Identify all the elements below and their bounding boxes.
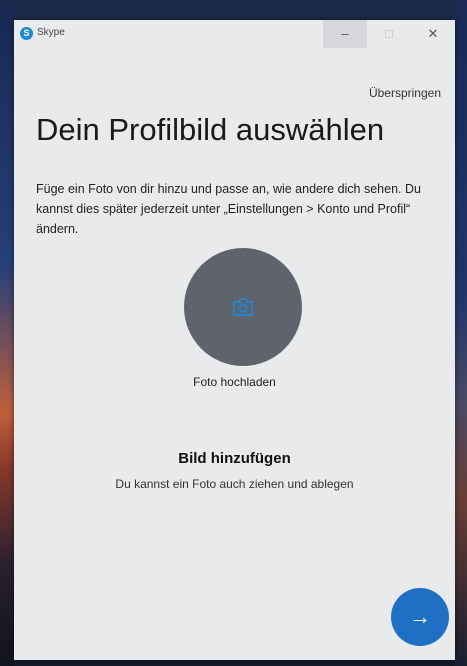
maximize-button[interactable]: □ xyxy=(367,20,411,48)
close-button[interactable]: ✕ xyxy=(411,20,455,48)
skype-window: S Skype – □ ✕ Überspringen Dein Profilbi… xyxy=(14,20,455,660)
title-bar[interactable]: S Skype – □ ✕ xyxy=(14,20,455,48)
next-button[interactable]: → xyxy=(391,588,449,646)
desktop-background-right xyxy=(455,0,467,666)
page-title: Dein Profilbild auswählen xyxy=(36,112,385,147)
skype-logo-icon: S xyxy=(20,27,33,40)
desktop-background-left xyxy=(0,0,14,666)
upload-photo-label[interactable]: Foto hochladen xyxy=(14,375,455,389)
camera-icon xyxy=(233,298,253,316)
skip-button[interactable]: Überspringen xyxy=(369,86,441,100)
description-text: Füge ein Foto von dir hinzu und passe an… xyxy=(36,182,421,236)
upload-photo-button[interactable] xyxy=(184,248,302,366)
arrow-right-icon: → xyxy=(409,604,431,629)
drag-drop-hint: Du kannst ein Foto auch ziehen und ableg… xyxy=(115,477,354,491)
app-name: Skype xyxy=(37,27,65,38)
add-picture-heading: Bild hinzufügen xyxy=(178,450,291,467)
minimize-button[interactable]: – xyxy=(323,20,367,48)
